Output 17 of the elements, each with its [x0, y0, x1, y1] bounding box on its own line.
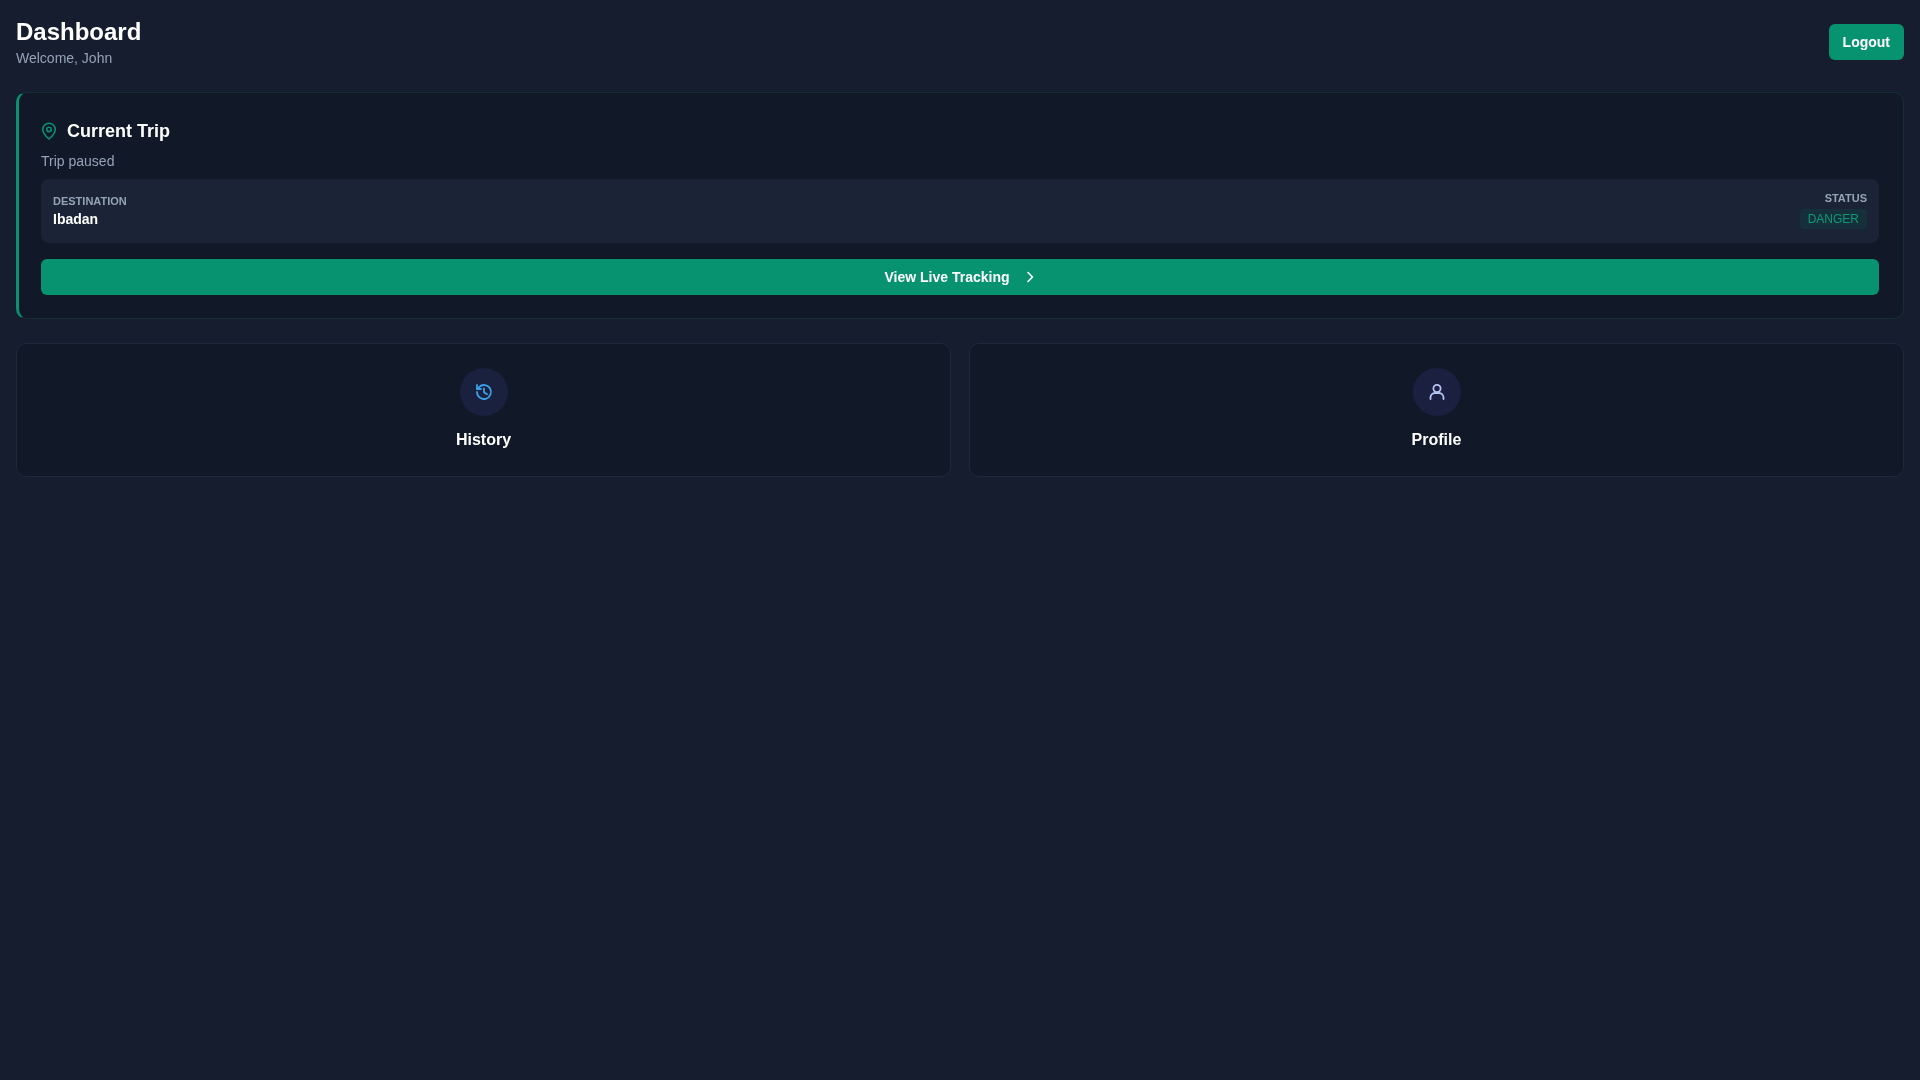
- card-label: History: [455, 430, 512, 450]
- profile-card[interactable]: Profile: [969, 343, 1904, 477]
- history-icon: [459, 368, 508, 416]
- live-tracking-button[interactable]: View Live Tracking: [41, 259, 1879, 295]
- status-label: STATUS: [1824, 191, 1867, 206]
- history-card[interactable]: History: [16, 343, 951, 477]
- trip-status-text: Trip paused: [41, 152, 116, 171]
- card-label: Profile: [1411, 430, 1462, 450]
- destination-value: Ibadan: [53, 210, 100, 229]
- card-title: Current Trip: [67, 120, 170, 143]
- logout-button[interactable]: Logout: [1828, 24, 1904, 60]
- welcome-text: Welcome, John: [16, 49, 114, 68]
- page-title: Dashboard: [16, 17, 142, 47]
- status-badge: DANGER: [1799, 209, 1867, 229]
- destination-label: DESTINATION: [53, 194, 127, 209]
- user-icon: [1412, 368, 1461, 416]
- map-pin-icon: [41, 122, 57, 140]
